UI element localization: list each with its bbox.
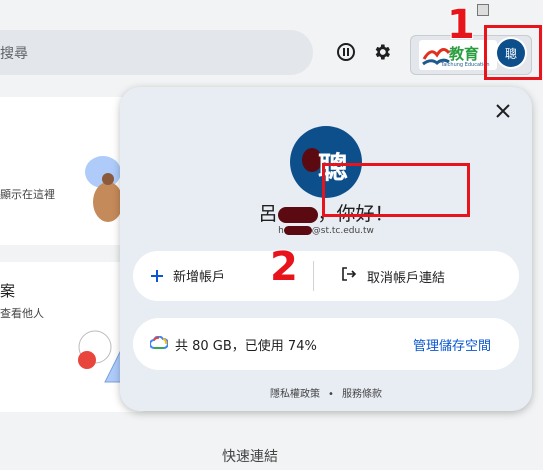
gear-icon[interactable] <box>370 40 394 64</box>
footer-separator: • <box>328 389 334 400</box>
annotation-box-1 <box>484 25 542 80</box>
account-email: h @st.tc.edu.tw <box>120 226 532 236</box>
card-text: 查看他人 <box>0 307 44 320</box>
plus-icon <box>149 268 165 284</box>
storage-row: 共 80 GB，已使用 74% 管理儲存空間 <box>133 318 519 370</box>
annotation-box-2 <box>322 163 470 217</box>
account-popup: 聰 呂，你好！ h @st.tc.edu.tw 新增帳戶 取消帳戶連結 2 共 8… <box>120 87 532 411</box>
pause-icon[interactable] <box>334 40 358 64</box>
window-minimize-button[interactable] <box>477 4 489 16</box>
card-heading: 案 <box>0 282 16 300</box>
browser-toolbar: 搜尋 教育 Taichung Education 聰 1 <box>0 0 543 90</box>
card-text: 顯示在這裡 <box>0 188 55 201</box>
quick-links-heading: 快速連結 <box>222 449 278 465</box>
terms-of-service-link[interactable]: 服務條款 <box>342 389 382 400</box>
account-actions-row: 新增帳戶 取消帳戶連結 <box>133 251 519 301</box>
add-account-label: 新增帳戶 <box>173 270 226 285</box>
footer-links: 隱私權政策 • 服務條款 <box>120 385 532 400</box>
redaction <box>283 226 312 235</box>
redaction <box>277 206 318 223</box>
unlink-account-button[interactable]: 取消帳戶連結 <box>341 266 445 286</box>
greeting-prefix: 呂 <box>258 203 278 225</box>
privacy-policy-link[interactable]: 隱私權政策 <box>270 389 320 400</box>
annotation-number-1: 1 <box>446 1 476 49</box>
manage-storage-link[interactable]: 管理儲存空間 <box>413 335 491 354</box>
search-box[interactable]: 搜尋 <box>0 30 313 75</box>
close-icon[interactable] <box>491 99 515 123</box>
annotation-number-2: 2 <box>269 243 299 291</box>
email-prefix: h <box>278 226 284 236</box>
google-cloud-icon <box>149 335 170 354</box>
divider <box>313 261 314 291</box>
email-suffix: @st.tc.edu.tw <box>311 226 374 236</box>
extension-logo-subtext: Taichung Education <box>441 62 490 68</box>
unlink-account-label: 取消帳戶連結 <box>367 270 446 286</box>
add-account-button[interactable]: 新增帳戶 <box>149 266 225 285</box>
logout-icon <box>341 266 357 286</box>
search-placeholder: 搜尋 <box>0 46 28 62</box>
storage-usage-text: 共 80 GB，已使用 74% <box>175 339 317 354</box>
